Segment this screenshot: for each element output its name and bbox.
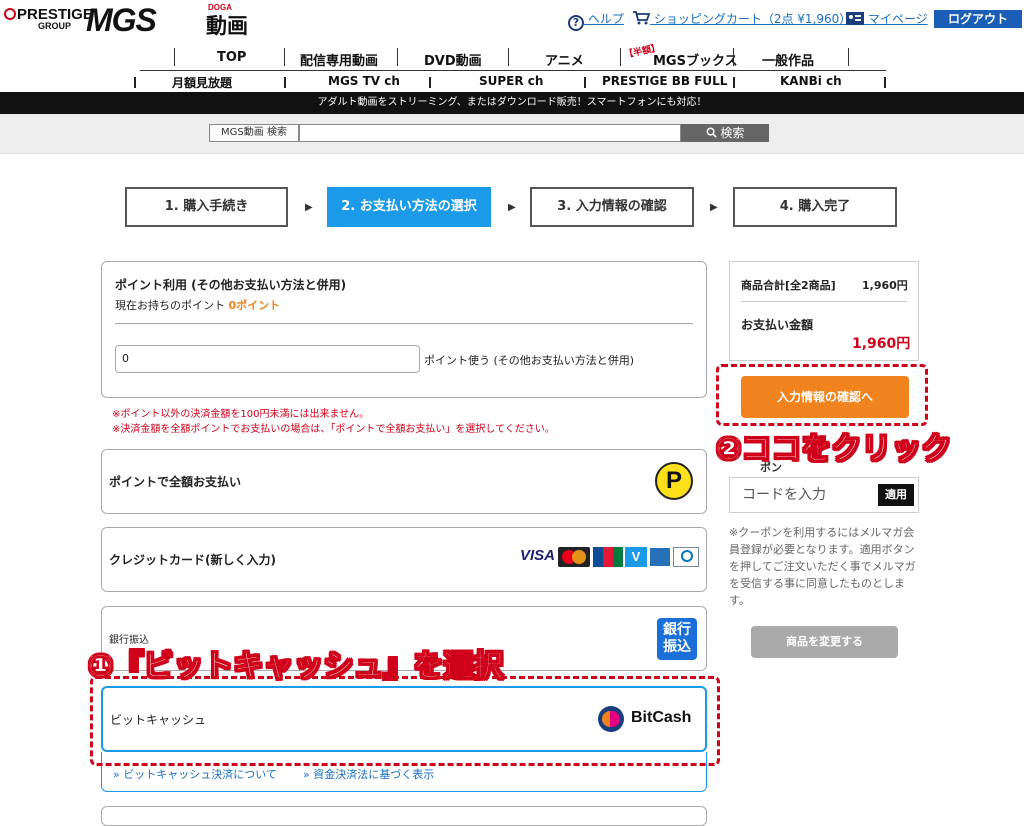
annotation-step1: ①『ビットキャッシュ』を選択 — [87, 649, 504, 685]
change-items-button[interactable]: 商品を変更する — [751, 626, 898, 658]
help-icon: ? — [568, 15, 584, 31]
annotation-step2: ②ココをクリック — [715, 432, 952, 468]
cart-link[interactable]: ショッピングカート（2点 ¥1,960） — [632, 10, 851, 27]
points-use-label: ポイント使う (その他お支払い方法と併用) — [424, 354, 635, 367]
points-use-input[interactable]: 0 — [115, 345, 420, 373]
points-divider — [115, 323, 693, 324]
nav-divider — [620, 48, 621, 66]
cart-label: ショッピングカート（2点 ¥1,960） — [653, 12, 852, 26]
nav-kanbi[interactable]: KANBi ch — [780, 74, 842, 88]
points-title: ポイント利用 (その他お支払い方法と併用) — [115, 278, 347, 292]
points-current: 現在お持ちのポイント 0ポイント — [115, 297, 280, 313]
cart-icon — [633, 11, 651, 25]
points-note-min: ※ポイント以外の決済金額を100円未満には出来ません。 — [112, 409, 370, 420]
step-arrow-icon: ▶ — [508, 202, 516, 213]
step-payment-method: 2. お支払い方法の選択 — [327, 187, 491, 227]
bank-transfer-icon: 銀行振込 — [657, 618, 697, 660]
coupon-note: ※クーポンを利用するにはメルマガ会員登録が必要となります。適用ボタンを押してご注… — [729, 526, 916, 607]
douga-logo-text: 動画 — [206, 14, 248, 38]
total-label: お支払い金額 — [741, 318, 814, 332]
summary-divider — [741, 301, 907, 302]
nav-divider — [284, 77, 286, 88]
total-value: 1,960円 — [852, 336, 911, 352]
points-current-label: 現在お持ちのポイント — [115, 299, 225, 312]
coupon-apply-button[interactable]: 適用 — [878, 484, 914, 506]
mgs-logo[interactable]: MGS — [86, 2, 157, 39]
payment-law-link[interactable]: » 資金決済法に基づく表示 — [303, 766, 434, 782]
mastercard-icon — [558, 547, 590, 567]
nav-divider — [397, 48, 398, 66]
nav-superch[interactable]: SUPER ch — [479, 74, 543, 88]
prestige-logo[interactable]: PRESTIGE — [4, 7, 93, 22]
search-input[interactable] — [299, 124, 681, 142]
step-complete: 4. 購入完了 — [733, 187, 897, 227]
nav-top[interactable]: TOP — [217, 50, 246, 65]
search-scope-label: MGS動画 検索 — [209, 124, 299, 142]
search-button-label: 検索 — [720, 126, 745, 140]
mypage-label: マイページ — [867, 12, 928, 26]
nav-divider — [508, 48, 509, 66]
nav-divider — [584, 77, 586, 88]
step-arrow-icon: ▶ — [305, 202, 313, 213]
nav-divider — [733, 48, 734, 66]
nav-books[interactable]: MGSブックス — [653, 50, 738, 69]
nav-divider — [884, 77, 886, 88]
nav-dvd[interactable]: DVD動画 — [424, 50, 482, 69]
mypage-link[interactable]: マイページ — [846, 10, 928, 27]
search-button[interactable]: 検索 — [681, 124, 769, 142]
nav-mgstv[interactable]: MGS TV ch — [328, 74, 400, 88]
nav-underline — [140, 70, 886, 71]
help-label: ヘルプ — [587, 12, 624, 26]
amex-icon — [649, 547, 671, 567]
nav-divider — [429, 77, 431, 88]
group-logo-text: GROUP — [38, 21, 72, 31]
visa-icon: VISA — [520, 547, 556, 564]
mgs-logo-text: MGS — [86, 2, 157, 38]
nav-haishin[interactable]: 配信専用動画 — [300, 50, 378, 69]
v-preca-icon: V — [625, 547, 647, 567]
promo-banner: アダルト動画をストリーミング、またはダウンロード販売！スマートフォンにも対応！ — [0, 92, 1024, 114]
nav-monthly[interactable]: 月額見放題 — [172, 74, 232, 91]
nav-anime[interactable]: アニメ — [545, 50, 584, 69]
points-note-full: ※決済金額を全額ポイントでお支払いの場合は、「ポイントで全額お支払い」を選択して… — [112, 424, 555, 435]
nav-divider — [284, 48, 285, 66]
method-credit-card-label: クレジットカード(新しく入力) — [109, 553, 276, 567]
logout-button[interactable]: ログアウト — [934, 10, 1022, 28]
nav-divider — [134, 77, 136, 88]
subtotal-value: 1,960円 — [862, 279, 908, 292]
step-arrow-icon: ▶ — [710, 202, 718, 213]
annotation-box-confirm — [716, 364, 928, 426]
step-confirm: 3. 入力情報の確認 — [530, 187, 694, 227]
nav-general[interactable]: 一般作品 — [762, 50, 814, 69]
annotation-box-bitcash — [90, 676, 720, 766]
mypage-icon — [846, 12, 864, 25]
nav-divider — [848, 48, 849, 66]
help-link[interactable]: ? ヘルプ — [568, 10, 624, 31]
points-current-value: 0ポイント — [228, 299, 281, 312]
bank-transfer-icon-text: 銀行振込 — [663, 622, 691, 655]
nav-divider — [733, 77, 735, 88]
points-icon: P — [655, 462, 693, 500]
diners-icon — [673, 547, 699, 567]
bitcash-about-link[interactable]: » ビットキャッシュ決済について — [113, 766, 277, 782]
subtotal-label: 商品合計[全2商品] — [741, 279, 836, 292]
search-icon — [706, 127, 717, 138]
step-purchase: 1. 購入手続き — [125, 187, 288, 227]
nav-divider — [174, 48, 175, 66]
jcb-icon — [593, 547, 623, 567]
method-full-points-label: ポイントで全額お支払い — [109, 475, 242, 489]
method-next[interactable] — [101, 806, 707, 826]
nav-prestige-bb[interactable]: PRESTIGE BB FULL — [602, 74, 727, 88]
